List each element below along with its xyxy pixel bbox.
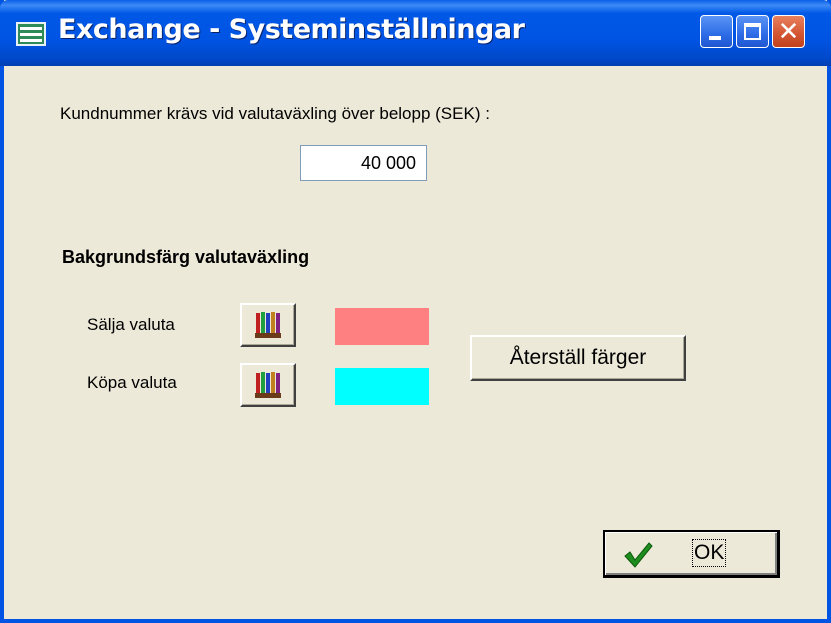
color-palette-icon [255, 372, 281, 398]
sell-color-picker-button[interactable] [240, 303, 296, 347]
ok-button[interactable]: OK [603, 530, 780, 578]
window-title: Exchange - Systeminställningar [58, 14, 525, 45]
reset-colors-button[interactable]: Återställ färger [470, 335, 686, 381]
buy-color-swatch [335, 368, 429, 405]
sell-color-swatch [335, 308, 429, 345]
threshold-amount-input[interactable]: 40 000 [300, 145, 427, 181]
section-title: Bakgrundsfärg valutaväxling [62, 247, 310, 267]
ok-label: OK [691, 539, 727, 567]
maximize-icon [744, 23, 761, 40]
app-icon[interactable] [16, 22, 46, 46]
color-palette-icon [255, 312, 281, 338]
threshold-label: Kundnummer krävs vid valutaväxling över … [60, 104, 490, 123]
minimize-button[interactable] [700, 15, 733, 48]
close-icon: ✕ [777, 16, 800, 46]
checkmark-icon [624, 542, 653, 568]
sell-label: Sälja valuta [87, 315, 175, 334]
close-button[interactable]: ✕ [772, 15, 805, 48]
title-bar[interactable]: Exchange - Systeminställningar ✕ [0, 0, 831, 66]
minimize-icon [709, 36, 721, 40]
buy-color-picker-button[interactable] [240, 363, 296, 407]
maximize-button[interactable] [736, 15, 769, 48]
buy-label: Köpa valuta [87, 373, 177, 392]
